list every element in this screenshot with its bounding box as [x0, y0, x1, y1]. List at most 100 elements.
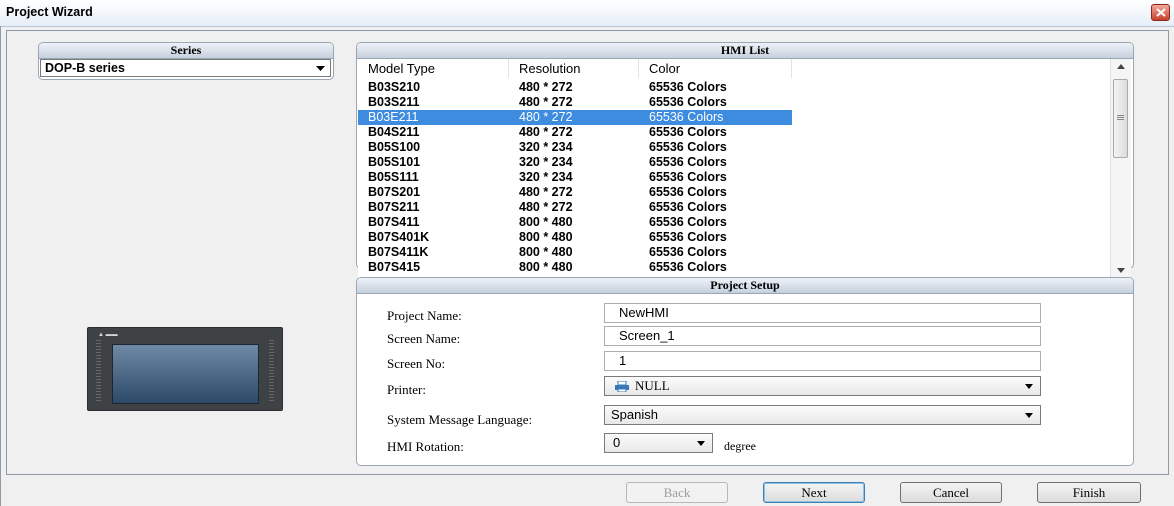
column-header-color[interactable]: Color: [639, 59, 792, 78]
color-cell: 65536 Colors: [649, 155, 727, 169]
resolution-cell: 480 * 272: [519, 185, 573, 199]
wizard-content-frame: Series DOP-B series ▲ ▬▬ HMI List Model …: [6, 30, 1169, 475]
color-cell: 65536 Colors: [649, 125, 727, 139]
table-row[interactable]: B03E211 480 * 272 65536 Colors: [358, 110, 792, 125]
chevron-down-icon: [1025, 384, 1033, 389]
resolution-cell: 320 * 234: [519, 155, 573, 169]
color-cell: 65536 Colors: [649, 110, 724, 124]
printer-icon: [615, 381, 629, 392]
table-row[interactable]: B03S211 480 * 272 65536 Colors: [358, 95, 792, 110]
language-dropdown[interactable]: Spanish: [604, 405, 1041, 425]
series-panel: Series DOP-B series: [38, 42, 334, 80]
model-type-cell: B07S201: [368, 185, 421, 199]
hmi-list-column-headers: Model Type Resolution Color: [358, 59, 1108, 78]
model-type-cell: B04S211: [368, 125, 420, 139]
grip-icon: [1117, 115, 1124, 120]
color-cell: 65536 Colors: [649, 260, 727, 274]
project-name-input[interactable]: NewHMI: [604, 303, 1041, 323]
chevron-down-icon: [1025, 413, 1033, 418]
close-button[interactable]: [1151, 4, 1170, 21]
rotation-unit: degree: [724, 439, 756, 453]
language-value: Spanish: [611, 407, 658, 422]
rotation-label: HMI Rotation:: [387, 439, 464, 454]
color-cell: 65536 Colors: [649, 200, 727, 214]
project-setup-panel: Project Setup Project Name: NewHMI Scree…: [356, 277, 1134, 466]
resolution-cell: 480 * 272: [519, 80, 573, 94]
color-cell: 65536 Colors: [649, 185, 727, 199]
hmi-list-scrollbar[interactable]: [1110, 59, 1131, 278]
resolution-cell: 480 * 272: [519, 200, 573, 214]
scroll-down-icon[interactable]: [1117, 268, 1125, 273]
hmi-preview-image: ▲ ▬▬: [87, 327, 283, 411]
column-header-resolution[interactable]: Resolution: [509, 59, 639, 78]
table-row[interactable]: B07S401K 800 * 480 65536 Colors: [358, 230, 792, 245]
resolution-cell: 480 * 272: [519, 125, 573, 139]
rotation-dropdown[interactable]: 0: [604, 433, 713, 453]
resolution-cell: 480 * 272: [519, 95, 573, 109]
model-type-cell: B03S210: [368, 80, 421, 94]
model-type-cell: B05S101: [368, 155, 421, 169]
color-cell: 65536 Colors: [649, 140, 727, 154]
color-cell: 65536 Colors: [649, 80, 727, 94]
color-cell: 65536 Colors: [649, 230, 727, 244]
screen-no-label: Screen No:: [387, 356, 446, 371]
color-cell: 65536 Colors: [649, 95, 727, 109]
hmi-preview-screen: [112, 344, 259, 404]
table-row[interactable]: B04S211 480 * 272 65536 Colors: [358, 125, 792, 140]
scroll-up-icon[interactable]: [1117, 64, 1125, 69]
series-header: Series: [39, 43, 333, 59]
column-header-model-type[interactable]: Model Type: [358, 59, 509, 78]
model-type-cell: B03E211: [368, 110, 419, 124]
language-label: System Message Language:: [387, 412, 533, 427]
table-row[interactable]: B07S201 480 * 272 65536 Colors: [358, 185, 792, 200]
scrollbar-thumb[interactable]: [1113, 79, 1128, 158]
table-row[interactable]: B03S210 480 * 272 65536 Colors: [358, 80, 792, 95]
screen-name-label: Screen Name:: [387, 331, 461, 346]
rotation-value: 0: [613, 435, 621, 450]
cancel-button[interactable]: Cancel: [900, 482, 1002, 503]
resolution-cell: 800 * 480: [519, 245, 573, 259]
project-setup-header: Project Setup: [357, 278, 1133, 294]
delta-logo: ▲ ▬▬: [98, 332, 118, 338]
next-button[interactable]: Next: [763, 482, 865, 503]
chevron-down-icon: [316, 66, 325, 71]
screen-name-input[interactable]: Screen_1: [604, 326, 1041, 346]
color-cell: 65536 Colors: [649, 170, 727, 184]
project-name-label: Project Name:: [387, 308, 462, 323]
resolution-cell: 480 * 272: [519, 110, 573, 124]
table-row[interactable]: B05S101 320 * 234 65536 Colors: [358, 155, 792, 170]
table-row[interactable]: B05S100 320 * 234 65536 Colors: [358, 140, 792, 155]
close-icon: [1156, 8, 1166, 17]
resolution-cell: 320 * 234: [519, 170, 573, 184]
table-row[interactable]: B07S211 480 * 272 65536 Colors: [358, 200, 792, 215]
hmi-list[interactable]: Model Type Resolution Color B03S210 480 *…: [358, 59, 1131, 278]
model-type-cell: B05S111: [368, 170, 419, 184]
screen-no-input[interactable]: 1: [604, 351, 1041, 371]
resolution-cell: 320 * 234: [519, 140, 573, 154]
hmi-list-header: HMI List: [357, 43, 1133, 59]
table-row[interactable]: B07S411K 800 * 480 65536 Colors: [358, 245, 792, 260]
model-type-cell: B07S401K: [368, 230, 430, 244]
printer-value: NULL: [635, 378, 670, 393]
color-cell: 65536 Colors: [649, 245, 727, 259]
back-button[interactable]: Back: [626, 482, 728, 503]
window-left-border: [0, 26, 1, 506]
series-dropdown[interactable]: DOP-B series: [40, 59, 331, 77]
series-selected-value: DOP-B series: [45, 61, 125, 75]
model-type-cell: B03S211: [368, 95, 420, 109]
chevron-down-icon: [697, 441, 705, 446]
model-type-cell: B07S411: [368, 215, 420, 229]
finish-button[interactable]: Finish: [1037, 482, 1141, 503]
resolution-cell: 800 * 480: [519, 230, 573, 244]
printer-label: Printer:: [387, 382, 426, 397]
title-bar: Project Wizard: [0, 0, 1174, 27]
hmi-list-panel: HMI List Model Type Resolution Color B03…: [356, 42, 1134, 278]
window-title: Project Wizard: [6, 5, 93, 19]
printer-dropdown[interactable]: NULL: [604, 376, 1041, 396]
table-row[interactable]: B07S411 800 * 480 65536 Colors: [358, 215, 792, 230]
hmi-grille-left: [96, 340, 101, 402]
model-type-cell: B07S211: [368, 200, 420, 214]
model-type-cell: B07S411K: [368, 245, 429, 259]
table-row[interactable]: B07S415 800 * 480 65536 Colors: [358, 260, 792, 275]
table-row[interactable]: B05S111 320 * 234 65536 Colors: [358, 170, 792, 185]
